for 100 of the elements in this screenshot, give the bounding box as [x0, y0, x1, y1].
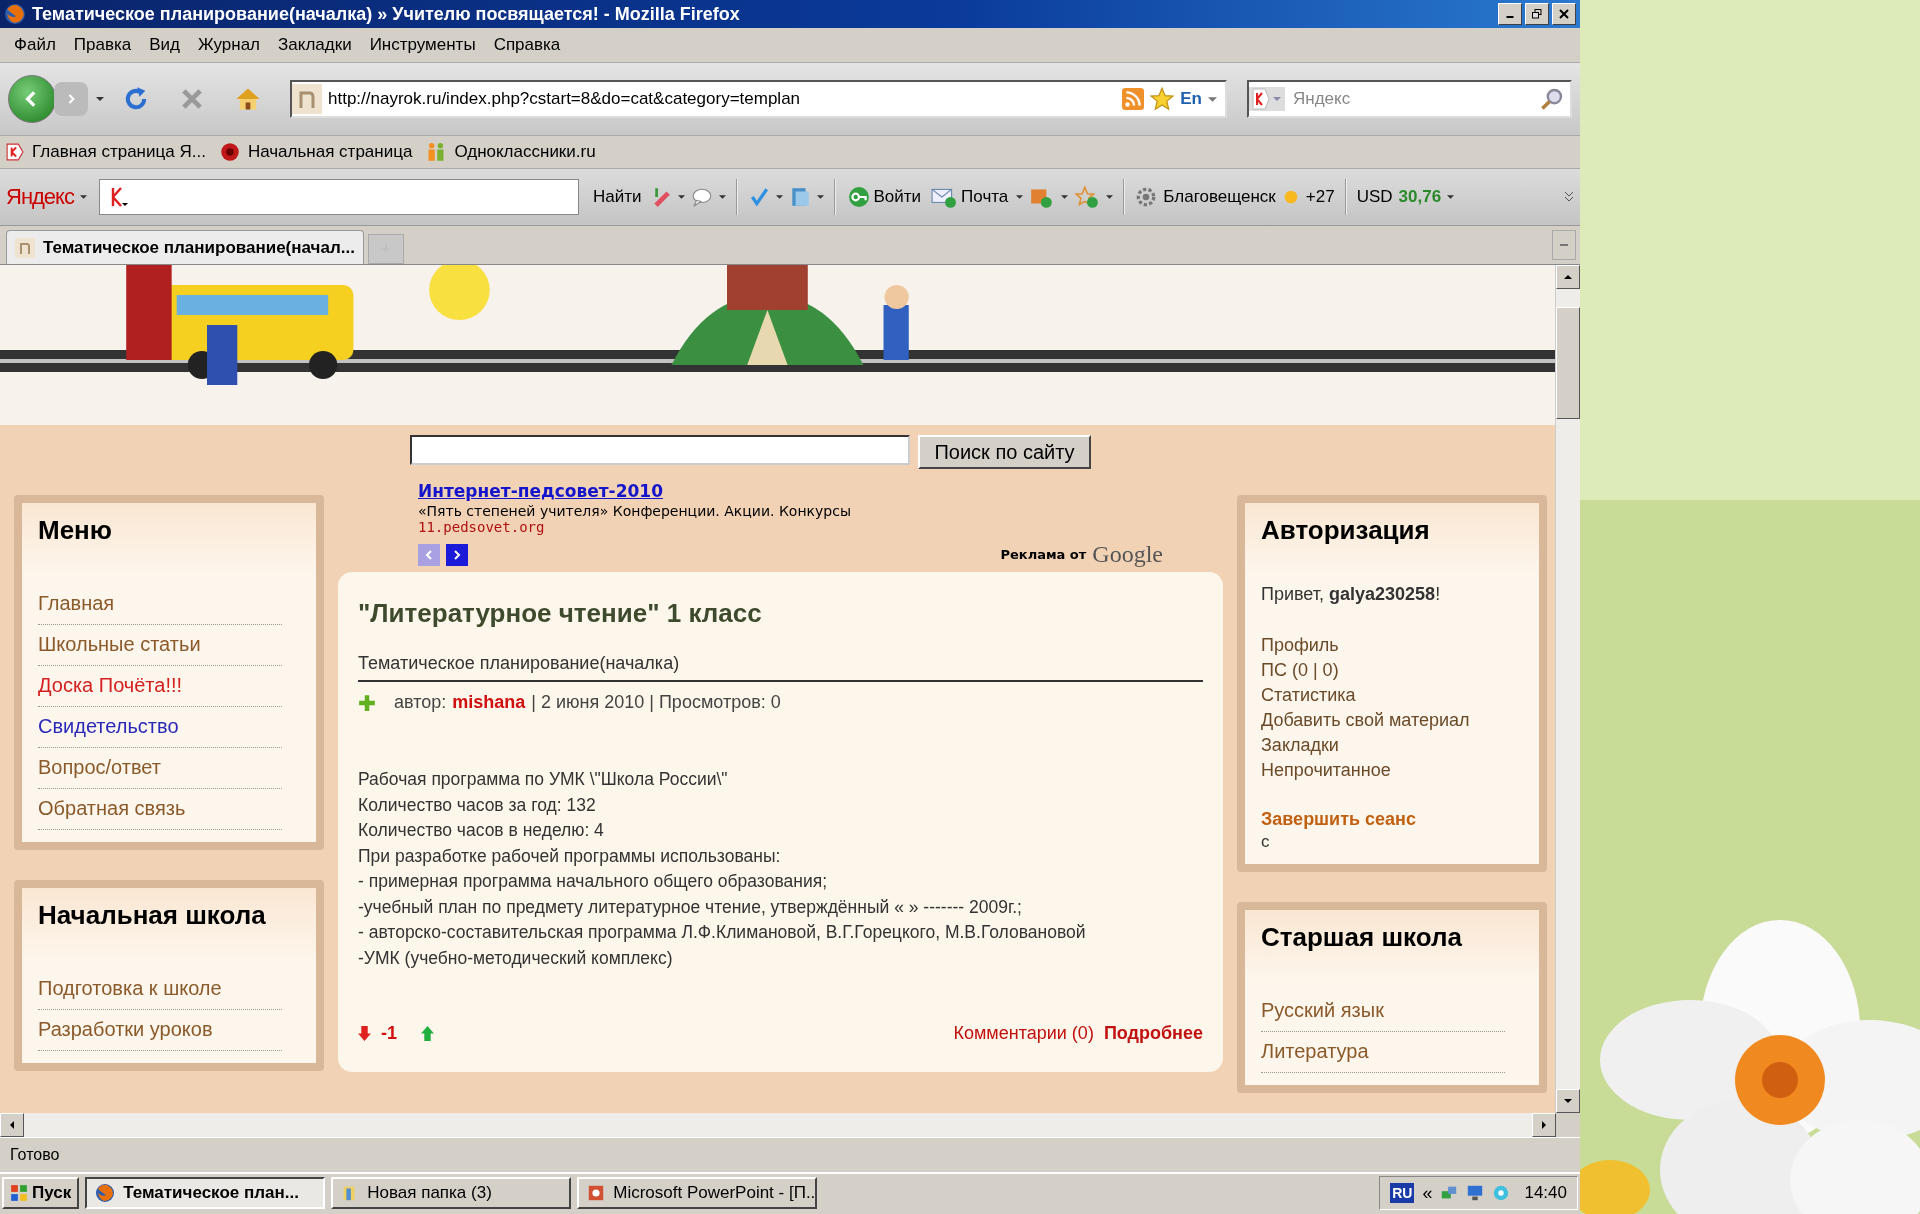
find-button[interactable]: Найти: [591, 187, 644, 207]
account-link[interactable]: Закладки: [1261, 733, 1515, 758]
account-link[interactable]: Добавить свой материал: [1261, 708, 1515, 733]
back-button[interactable]: [8, 75, 56, 123]
plus-icon[interactable]: [358, 693, 376, 712]
star-icon[interactable]: [1150, 87, 1175, 111]
city-label[interactable]: Благовещенск: [1163, 187, 1276, 207]
down-arrow-icon[interactable]: [1564, 1099, 1572, 1103]
language-indicator[interactable]: RU: [1390, 1183, 1415, 1203]
rss-icon[interactable]: [1122, 88, 1145, 110]
sidebar-link[interactable]: Подготовка к школе: [38, 969, 282, 1010]
flower-icon: [219, 142, 240, 162]
sidebar-link[interactable]: Разработки уроков: [38, 1010, 282, 1051]
menu-item[interactable]: Закладки: [270, 32, 360, 58]
menu-item[interactable]: Правка: [65, 32, 140, 58]
sidebar-link[interactable]: Школьные статьи: [38, 625, 282, 666]
presentation-icon: [587, 1184, 606, 1202]
sidebar-link[interactable]: Литература: [1261, 1032, 1505, 1073]
author-label: автор:: [394, 692, 447, 713]
vertical-scrollbar[interactable]: [1555, 265, 1580, 1113]
logout-link[interactable]: Завершить сеанс: [1261, 809, 1515, 830]
dropdown-arrow-icon[interactable]: [677, 195, 685, 199]
sidebar-link[interactable]: Свидетельство: [38, 707, 282, 748]
article-meta: | 2 июня 2010 | Просмотров: 0: [531, 692, 781, 713]
google-logo: Google: [1092, 541, 1163, 568]
taskbar-button[interactable]: Тематическое план...: [85, 1177, 326, 1209]
up-arrow-icon[interactable]: [1564, 275, 1572, 279]
dropdown-arrow-icon[interactable]: [1016, 195, 1024, 199]
article-text: При разработке рабочей программы использованы:: [358, 844, 782, 868]
yandex-logo[interactable]: Яндекс: [6, 184, 74, 210]
right-arrow-icon[interactable]: [1542, 1121, 1546, 1129]
search-field[interactable]: Яндекс: [1247, 80, 1572, 118]
computer-icon[interactable]: [1466, 1184, 1485, 1202]
account-link[interactable]: Непрочитанное: [1261, 758, 1515, 783]
menu-item[interactable]: Вид: [141, 32, 188, 58]
author-link[interactable]: mishana: [452, 692, 526, 713]
taskbar-button[interactable]: Microsoft PowerPoint - [П...: [577, 1177, 818, 1209]
settings-icon[interactable]: [1135, 186, 1158, 208]
account-link[interactable]: ПС (0 | 0): [1261, 658, 1515, 683]
restore-button[interactable]: [1525, 3, 1549, 25]
sidebar-link[interactable]: Доска Почёта!!!: [38, 666, 282, 707]
people-icon: [426, 142, 447, 162]
dropdown-arrow-icon[interactable]: [96, 97, 104, 101]
horizontal-scrollbar[interactable]: [0, 1113, 1556, 1137]
site-favicon: [292, 84, 322, 114]
scrollbar-thumb[interactable]: [1556, 307, 1580, 419]
panel-title: Начальная школа: [38, 900, 267, 931]
comments-link[interactable]: Комментарии (0): [953, 1023, 1094, 1044]
menu-item[interactable]: Справка: [485, 32, 569, 58]
dropdown-arrow-icon[interactable]: [718, 195, 726, 199]
close-button[interactable]: [1552, 3, 1576, 25]
article-text: Количество часов в неделю: 4: [358, 819, 605, 842]
menu-item[interactable]: Журнал: [190, 32, 269, 58]
expand-tray-button[interactable]: «: [1422, 1182, 1433, 1204]
article-text: -УМК (учебно-методический комплекс): [358, 946, 674, 970]
bookmark-item[interactable]: Начальная страница: [219, 142, 413, 162]
search-icon[interactable]: [1540, 87, 1564, 111]
bookmark-item[interactable]: Одноклассники.ru: [426, 142, 596, 162]
dropdown-arrow-icon[interactable]: [816, 195, 824, 199]
dropdown-arrow-icon[interactable]: [1106, 195, 1114, 199]
sidebar-link[interactable]: Вопрос/ответ: [38, 748, 282, 789]
dropdown-arrow-icon[interactable]: [80, 195, 87, 199]
dropdown-arrow-icon[interactable]: [775, 195, 783, 199]
note-text: с: [1261, 832, 1271, 852]
sidebar-link[interactable]: Русский язык: [1261, 991, 1505, 1032]
search-field[interactable]: [410, 435, 911, 465]
dropdown-arrow-icon[interactable]: [1061, 195, 1069, 199]
chevron-right-icon: [452, 549, 462, 560]
bookmark-item[interactable]: Главная страница Я...: [6, 142, 206, 162]
dropdown-arrow-icon[interactable]: [1208, 96, 1217, 102]
tab-list-button[interactable]: [1552, 230, 1576, 260]
sidebar-link[interactable]: Главная: [38, 584, 282, 625]
windows-logo: [10, 1184, 28, 1202]
search-button[interactable]: Поиск по сайту: [918, 435, 1091, 469]
login-button[interactable]: Войти: [845, 186, 924, 208]
browser-tab[interactable]: Тематическое планирование(начал...: [6, 230, 364, 264]
sidebar-link[interactable]: Обратная связь: [38, 789, 282, 830]
read-more-link[interactable]: Подробнее: [1103, 1023, 1203, 1044]
menu-item[interactable]: Инструменты: [361, 32, 484, 58]
account-link[interactable]: Статистика: [1261, 683, 1515, 708]
search-field[interactable]: [99, 179, 579, 215]
address-bar[interactable]: http://nayrok.ru/index.php?cstart=8&do=cat&category=templan En: [290, 80, 1227, 118]
minimize-button[interactable]: [1498, 3, 1522, 25]
exchange-rate: 30,76: [1398, 187, 1442, 207]
left-arrow-icon[interactable]: [10, 1121, 14, 1129]
start-button[interactable]: Пуск: [2, 1177, 80, 1209]
account-link[interactable]: Профиль: [1261, 633, 1515, 658]
dropdown-arrow-icon[interactable]: [1447, 195, 1455, 199]
minus-icon: [1560, 244, 1568, 246]
chevron-icon[interactable]: [1564, 191, 1574, 203]
ad-link[interactable]: Интернет-педсовет-2010: [418, 481, 663, 501]
next-button[interactable]: [446, 543, 468, 566]
minimize-icon: [1506, 16, 1514, 18]
taskbar-button[interactable]: Новая папка (3): [331, 1177, 572, 1209]
star-icon[interactable]: [1074, 186, 1101, 208]
menu-item[interactable]: Файл: [6, 32, 64, 58]
panel-title: Старшая школа: [1261, 922, 1463, 953]
chevron-left-icon: [424, 549, 434, 560]
mail-button[interactable]: Почта: [929, 186, 1011, 208]
speech-bubble-icon[interactable]: [690, 186, 713, 208]
